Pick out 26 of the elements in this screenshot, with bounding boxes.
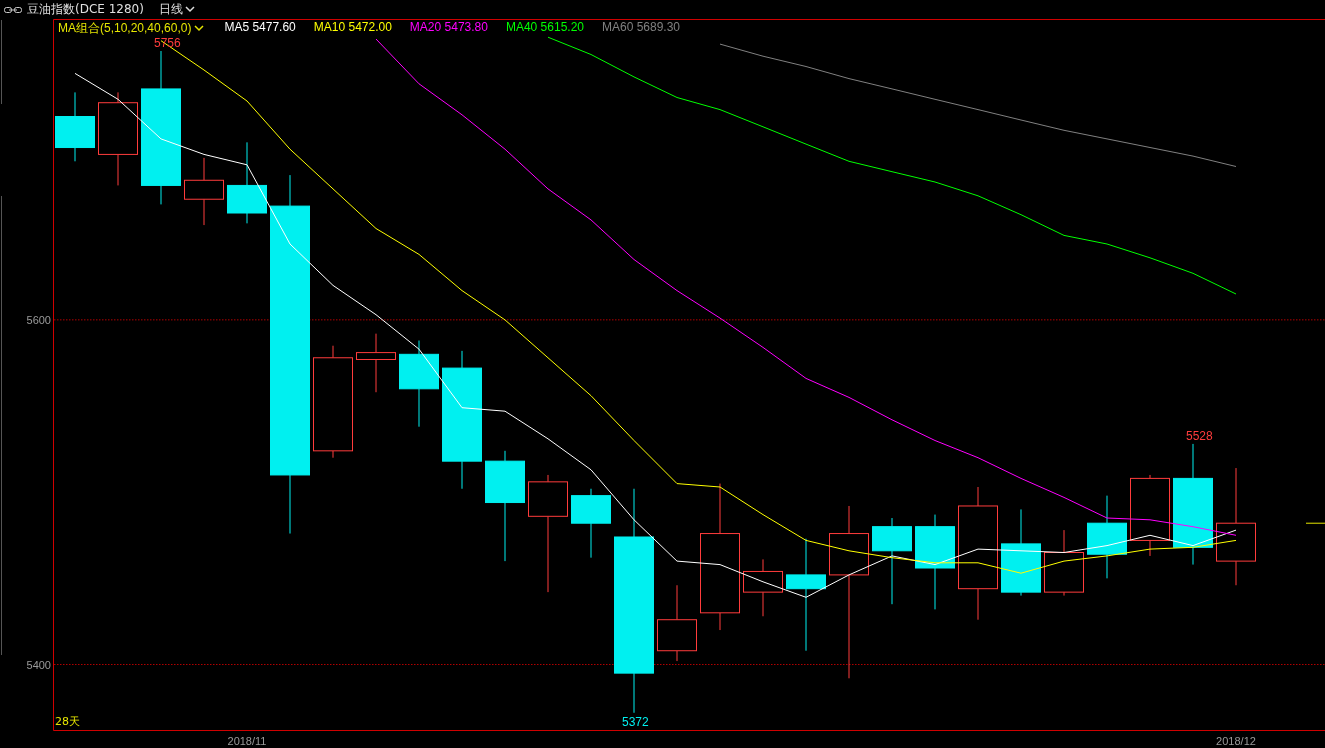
candlestick	[184, 157, 224, 226]
caret-icon	[184, 6, 195, 13]
indicator-dropdown[interactable]: MA组合(5,10,20,40,60,0)	[56, 20, 207, 37]
period-count-label: 28天	[55, 715, 80, 728]
caret-icon	[194, 25, 205, 32]
candlestick	[571, 488, 611, 559]
y-axis-label: 5600	[26, 313, 51, 326]
legend-item: MA5 5477.60	[224, 20, 296, 36]
candlestick	[55, 91, 95, 162]
candlestick	[1044, 529, 1084, 597]
instrument-title: 豆油指数(DCE 1280)	[27, 1, 144, 18]
x-axis-label: 2018/12	[1216, 735, 1256, 747]
legend-item: MA60 5689.30	[602, 20, 681, 36]
x-axis-label: 2018/11	[227, 735, 267, 747]
legend-item: MA10 5472.00	[313, 20, 392, 36]
legend-item: MA40 5615.20	[505, 20, 584, 36]
price-annotation: 5756	[154, 36, 181, 50]
candlestick	[356, 333, 396, 393]
legend-item: MA20 5473.80	[409, 20, 488, 36]
price-marker	[1305, 522, 1325, 524]
y-axis-label: 5400	[26, 658, 51, 671]
candlestick	[743, 558, 783, 617]
price-annotation: 5372	[622, 714, 649, 729]
link-icon[interactable]	[4, 5, 22, 14]
price-annotation: 5528	[1186, 428, 1213, 443]
period-dropdown[interactable]: 日线	[156, 1, 197, 18]
